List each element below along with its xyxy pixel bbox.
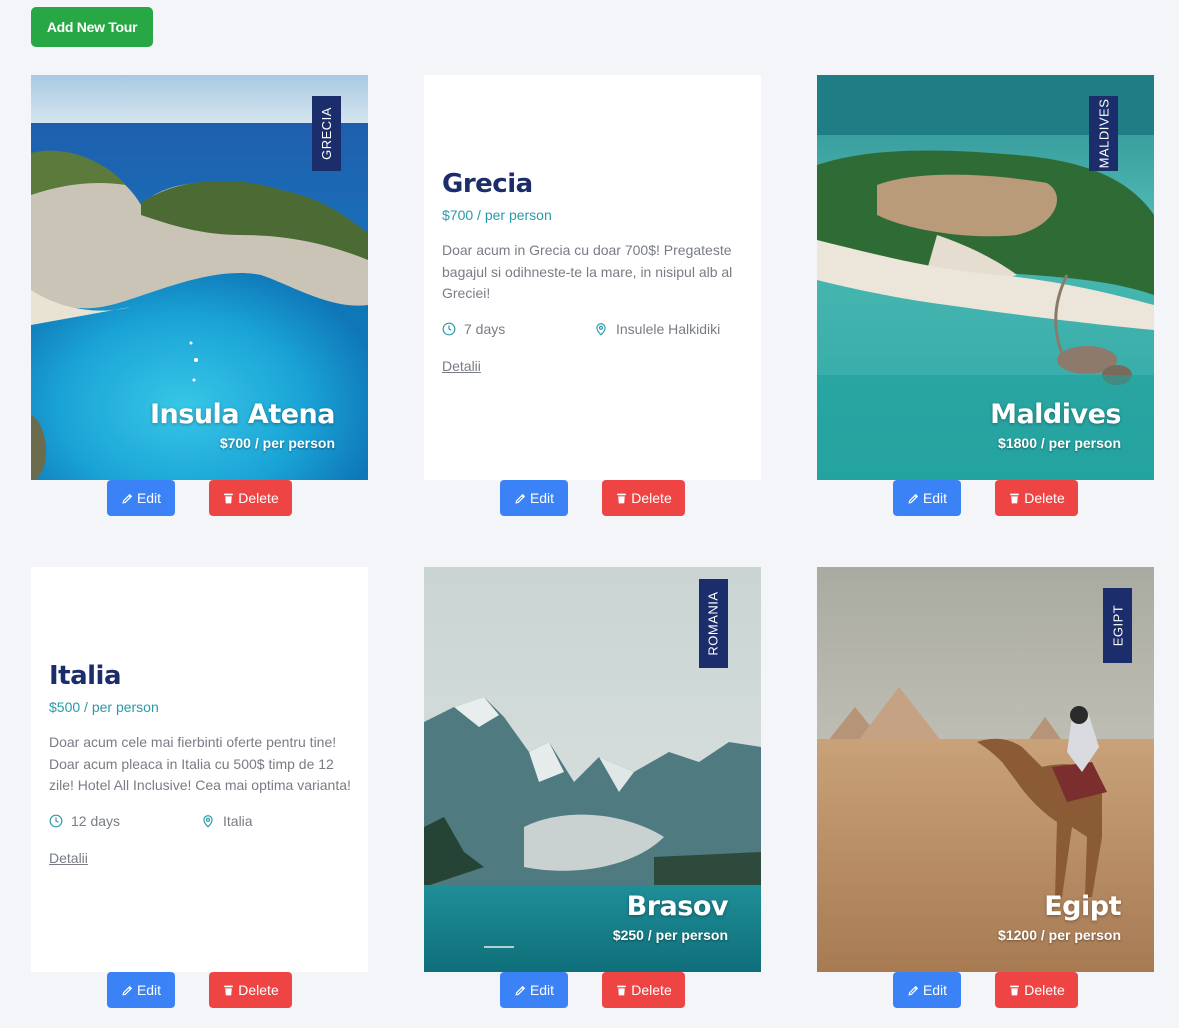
edit-button[interactable]: Edit <box>500 480 568 516</box>
tour-title: Grecia <box>442 169 533 199</box>
tour-price: $500 / per person <box>49 699 159 715</box>
delete-button[interactable]: Delete <box>995 972 1078 1008</box>
tour-card-grecia: Grecia $700 / per person Doar acum in Gr… <box>424 75 761 480</box>
country-ribbon: GRECIA <box>312 96 341 171</box>
tour-price: $250 / per person <box>612 927 728 943</box>
edit-button[interactable]: Edit <box>107 480 175 516</box>
pencil-icon <box>908 985 919 996</box>
trash-icon <box>617 493 627 503</box>
tour-card-maldives: MALDIVES Maldives $1800 / per person <box>817 75 1154 480</box>
pencil-icon <box>122 493 133 504</box>
pencil-icon <box>122 985 133 996</box>
edit-button[interactable]: Edit <box>893 972 961 1008</box>
tour-title: Egipt <box>1044 891 1121 922</box>
tour-price: $700 / per person <box>219 435 335 451</box>
delete-button[interactable]: Delete <box>209 480 292 516</box>
tour-location: Insulele Halkidiki <box>594 321 720 337</box>
delete-button[interactable]: Delete <box>602 480 685 516</box>
tour-card-brasov: ROMANIA Brasov $250 / per person <box>424 567 761 972</box>
clock-icon <box>49 814 63 828</box>
delete-button[interactable]: Delete <box>602 972 685 1008</box>
tour-description: Doar acum in Grecia cu doar 700$! Pregat… <box>442 242 733 301</box>
trash-icon <box>1010 985 1020 995</box>
add-new-tour-button[interactable]: Add New Tour <box>31 7 153 47</box>
map-pin-icon <box>596 323 606 336</box>
tour-title: Italia <box>49 661 122 691</box>
pencil-icon <box>908 493 919 504</box>
trash-icon <box>224 493 234 503</box>
tour-price: $700 / per person <box>442 207 552 223</box>
trash-icon <box>1010 493 1020 503</box>
tour-duration: 7 days <box>442 321 505 337</box>
details-link[interactable]: Detalii <box>442 358 481 374</box>
pencil-icon <box>515 493 526 504</box>
trash-icon <box>617 985 627 995</box>
edit-button[interactable]: Edit <box>107 972 175 1008</box>
tour-price: $1200 / per person <box>998 927 1121 943</box>
tour-card-italia: Italia $500 / per person Doar acum cele … <box>31 567 368 972</box>
trash-icon <box>224 985 234 995</box>
country-ribbon: MALDIVES <box>1089 96 1118 171</box>
edit-button[interactable]: Edit <box>893 480 961 516</box>
country-ribbon: ROMANIA <box>699 579 728 668</box>
tour-card-insula-atena: GRECIA Insula Atena $700 / per person <box>31 75 368 480</box>
tour-title: Insula Atena <box>150 399 336 430</box>
tour-title: Maldives <box>990 399 1121 430</box>
details-link[interactable]: Detalii <box>49 850 88 866</box>
tour-card-egipt: EGIPT Egipt $1200 / per person <box>817 567 1154 972</box>
tour-description: Doar acum cele mai fierbinti oferte pent… <box>49 734 351 793</box>
pencil-icon <box>515 985 526 996</box>
edit-button[interactable]: Edit <box>500 972 568 1008</box>
clock-icon <box>442 322 456 336</box>
map-pin-icon <box>203 815 213 828</box>
delete-button[interactable]: Delete <box>995 480 1078 516</box>
tour-duration: 12 days <box>49 813 120 829</box>
tour-price: $1800 / per person <box>998 435 1121 451</box>
country-ribbon: EGIPT <box>1103 588 1132 663</box>
delete-button[interactable]: Delete <box>209 972 292 1008</box>
tour-title: Brasov <box>626 891 729 922</box>
tour-location: Italia <box>201 813 253 829</box>
